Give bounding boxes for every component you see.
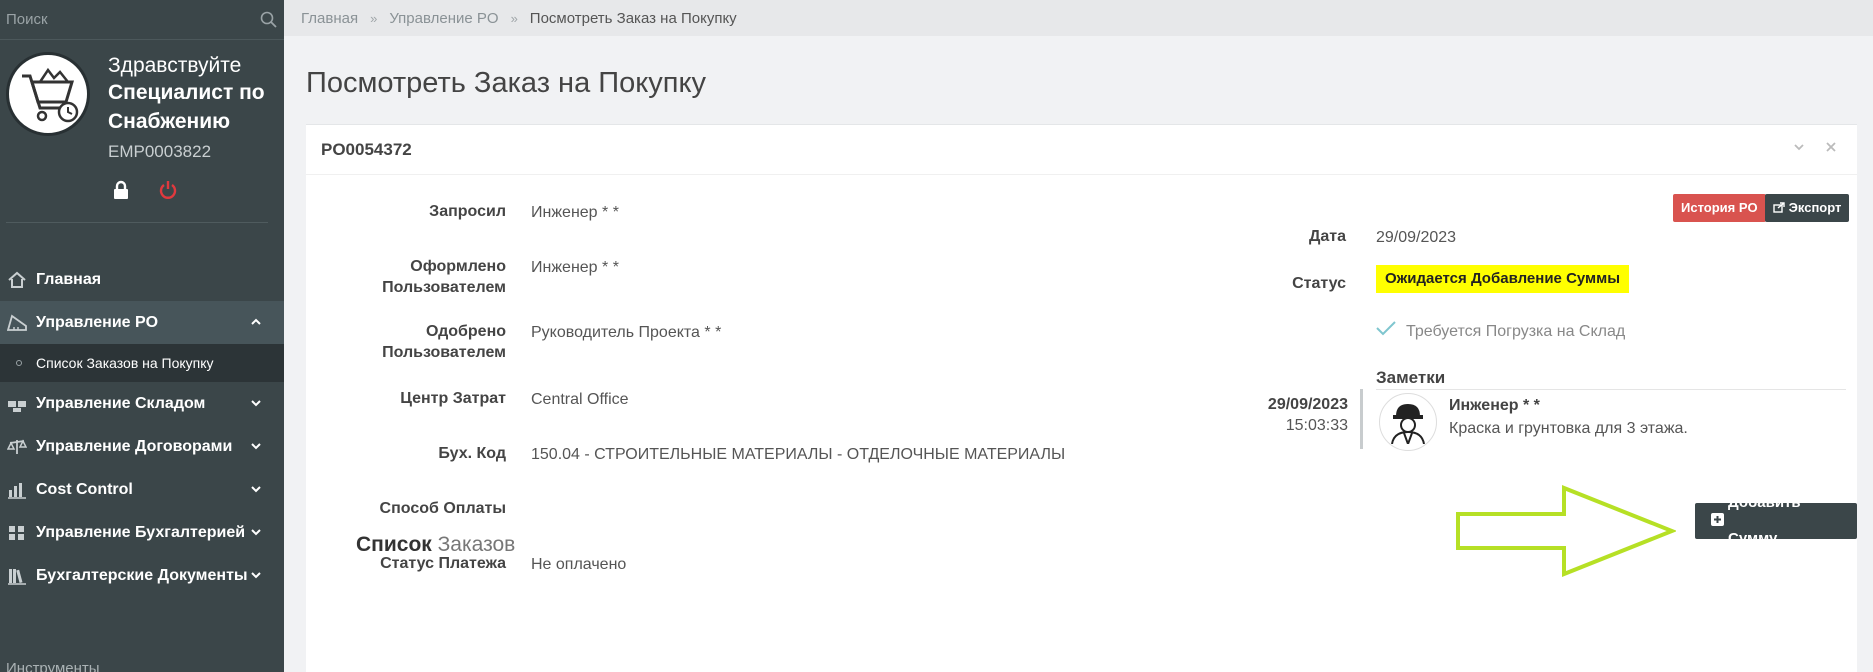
power-icon[interactable]: [158, 180, 178, 205]
account-code-value: 150.04 - СТРОИТЕЛЬНЫЕ МАТЕРИАЛЫ - ОТДЕЛО…: [531, 446, 1066, 463]
approved-by-value: Руководитель Проекта * *: [531, 324, 722, 341]
sidebar-search[interactable]: Поиск: [0, 0, 284, 40]
sidebar: Поиск Здравствуйте Специалист по Снабжен…: [0, 0, 284, 672]
warehouse-icon: [6, 393, 28, 415]
greeting: Здравствуйте: [108, 54, 242, 77]
export-button[interactable]: Экспорт: [1765, 194, 1850, 222]
engineer-icon: [1391, 404, 1425, 444]
notes-title: Заметки: [1376, 368, 1446, 387]
employee-id: EMP0003822: [108, 142, 212, 161]
notes-divider: [1376, 389, 1846, 390]
chevron-down-icon: [250, 525, 262, 537]
arrow-annotation-icon: [1456, 485, 1676, 577]
nav-item-warehouse[interactable]: Управление Складом: [0, 382, 284, 425]
search-input[interactable]: Поиск: [6, 11, 260, 28]
order-list-title-bold: Список: [356, 533, 432, 556]
payment-method-label: Способ Оплаты: [379, 500, 506, 517]
breadcrumb-current: Посмотреть Заказ на Покупку: [529, 9, 737, 27]
account-code-label: Бух. Код: [438, 445, 506, 462]
nav-item-home[interactable]: Главная: [0, 258, 284, 301]
avatar: [6, 52, 90, 136]
chevron-down-icon: [250, 439, 262, 451]
chevron-right-icon: »: [370, 10, 378, 26]
plus-square-icon: [1711, 503, 1724, 539]
close-icon[interactable]: [1825, 140, 1837, 158]
cost-center-value: Central Office: [531, 391, 629, 408]
chevron-down-icon: [250, 568, 262, 580]
nav-item-po-management[interactable]: Управление PO: [0, 301, 284, 344]
nav-item-accounting-docs[interactable]: Бухгалтерские Документы: [0, 554, 284, 597]
lock-icon[interactable]: [112, 180, 130, 205]
breadcrumb-po-management[interactable]: Управление PO: [389, 10, 498, 27]
approved-by-label-line1: Одобрено: [426, 323, 506, 340]
shopping-cart-icon: [22, 67, 79, 123]
search-icon[interactable]: [260, 11, 278, 29]
note-timeline-bar: [1360, 389, 1363, 449]
tools-section-label: Инструменты: [6, 660, 100, 672]
export-icon: [1773, 200, 1789, 215]
nav-item-contracts[interactable]: Управление Договорами: [0, 425, 284, 468]
warehouse-requirement-text: Требуется Погрузка на Склад: [1406, 322, 1626, 340]
user-role: Специалист по Снабжению: [108, 81, 265, 133]
nav-subitem-purchase-orders[interactable]: Список Заказов на Покупку: [0, 344, 284, 382]
status-badge: Ожидается Добавление Суммы: [1376, 265, 1630, 293]
note-text: Краска и грунтовка для 3 этажа.: [1449, 420, 1688, 437]
po-panel: PO0054372 Запросил Инженер * * Оформлено…: [306, 124, 1857, 672]
sidebar-nav: Главная Управление PO Список Заказов на …: [0, 258, 284, 597]
note-author-avatar: [1379, 393, 1437, 451]
nav-label: Бухгалтерские Документы: [36, 566, 248, 584]
nav-label: Главная: [36, 270, 102, 288]
nav-sub-label: Список Заказов на Покупку: [36, 355, 214, 371]
po-number: PO0054372: [321, 139, 412, 159]
nav-item-cost-control[interactable]: Cost Control: [0, 468, 284, 511]
books-icon: [6, 565, 28, 587]
order-list-title: Список Заказов: [356, 533, 515, 557]
requested-by-label: Запросил: [429, 203, 506, 220]
add-amount-button[interactable]: Добавить Сумму: [1695, 494, 1857, 547]
payment-status-value: Не оплачено: [531, 556, 627, 573]
note-author: Инженер * *: [1449, 397, 1540, 414]
export-label: Экспорт: [1788, 200, 1842, 215]
warehouse-requirement: Требуется Погрузка на Склад: [1376, 320, 1625, 342]
nav-label: Управление Договорами: [36, 437, 233, 455]
page-title: Посмотреть Заказ на Покупку: [306, 67, 706, 99]
sidebar-divider: [6, 222, 268, 223]
note-time: 15:03:33: [1285, 417, 1348, 434]
note-date: 29/09/2023: [1267, 396, 1348, 413]
po-history-button[interactable]: История PO: [1673, 194, 1766, 222]
nav-label: Управление Бухгалтерией: [36, 523, 246, 541]
status-label: Статус: [1292, 275, 1346, 292]
calculator-icon: [6, 522, 28, 544]
home-icon: [6, 269, 28, 291]
chevron-down-icon: [250, 396, 262, 408]
approved-by-label-line2: Пользователем: [382, 344, 506, 361]
ruler-icon: [6, 312, 28, 334]
chevron-up-icon: [250, 315, 262, 327]
main-content: Главная » Управление PO » Посмотреть Зак…: [284, 0, 1873, 672]
nav-item-accounting[interactable]: Управление Бухгалтерией: [0, 511, 284, 554]
bar-chart-icon: [6, 479, 28, 501]
date-value: 29/09/2023: [1376, 229, 1457, 246]
chevron-right-icon: »: [510, 10, 518, 26]
scales-icon: [6, 436, 28, 458]
breadcrumb-home[interactable]: Главная: [301, 10, 358, 27]
add-amount-label: Добавить Сумму: [1728, 494, 1801, 547]
check-icon: [1376, 320, 1396, 342]
nav-label: Cost Control: [36, 480, 133, 498]
nav-label: Управление Складом: [36, 394, 206, 412]
requested-by-value: Инженер * *: [531, 204, 619, 221]
collapse-icon[interactable]: [1793, 140, 1805, 158]
created-by-label-line2: Пользователем: [382, 279, 506, 296]
user-profile: Здравствуйте Специалист по Снабжению EMP…: [0, 40, 284, 162]
chevron-down-icon: [250, 482, 262, 494]
cost-center-label: Центр Затрат: [400, 390, 506, 407]
created-by-value: Инженер * *: [531, 259, 619, 276]
date-label: Дата: [1308, 228, 1346, 245]
order-list-title-light: Заказов: [437, 533, 516, 556]
bullet-icon: [16, 360, 22, 366]
breadcrumb: Главная » Управление PO » Посмотреть Зак…: [284, 0, 1873, 36]
nav-label: Управление PO: [36, 313, 159, 331]
created-by-label-line1: Оформлено: [410, 258, 506, 275]
